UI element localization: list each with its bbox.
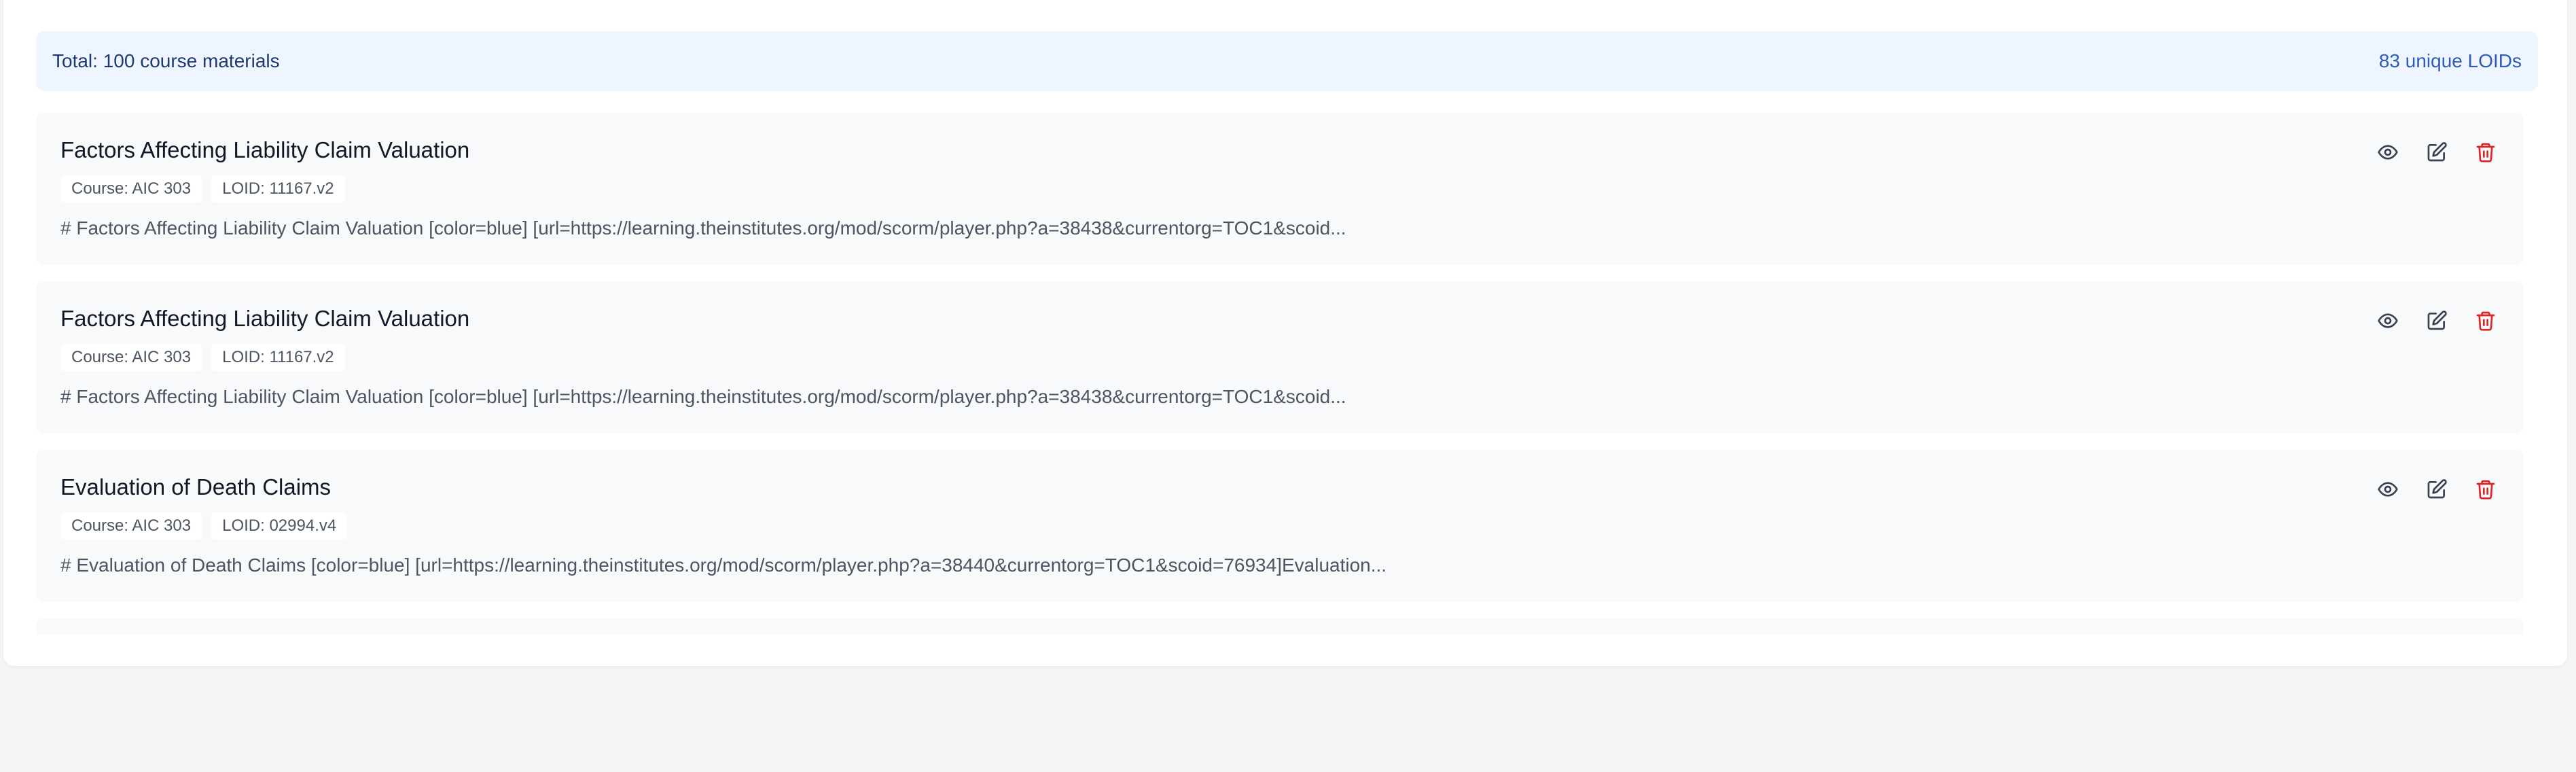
material-title: Factors Affecting Liability Claim Valuat… [60,137,470,162]
summary-bar: Total: 100 course materials 83 unique LO… [36,31,2538,91]
trash-icon[interactable] [2475,141,2497,163]
trash-icon[interactable] [2475,310,2497,332]
material-title: Evaluation of Death Claims [60,474,332,499]
material-actions [2377,141,2497,163]
eye-icon[interactable] [2377,141,2399,163]
eye-icon[interactable] [2377,478,2399,500]
material-description: # Factors Affecting Liability Claim Valu… [60,217,1346,239]
edit-icon[interactable] [2426,478,2448,500]
total-count: Total: 100 course materials [52,50,280,71]
material-title: Factors Affecting Liability Claim Valuat… [60,306,470,331]
edit-icon[interactable] [2426,310,2448,332]
loid-tag: LOID: 11167.v2 [211,344,345,371]
material-description: # Evaluation of Death Claims [color=blue… [60,555,1387,576]
material-card: Evaluation of Death Claims Course: AIC 3… [36,450,2524,602]
course-tag: Course: AIC 303 [60,344,202,371]
material-tags: Course: AIC 303 LOID: 11167.v2 [60,344,345,371]
materials-panel: Total: 100 course materials 83 unique LO… [3,0,2567,666]
material-card: Factors Affecting Liability Claim Valuat… [36,113,2524,265]
material-actions [2377,310,2497,332]
eye-icon[interactable] [2377,310,2399,332]
material-description: # Factors Affecting Liability Claim Valu… [60,386,1346,407]
material-card-partial [36,618,2524,635]
loid-tag: LOID: 11167.v2 [211,175,345,203]
edit-icon[interactable] [2426,141,2448,163]
material-tags: Course: AIC 303 LOID: 11167.v2 [60,175,345,203]
material-actions [2377,478,2497,500]
loid-tag: LOID: 02994.v4 [211,512,348,540]
course-tag: Course: AIC 303 [60,512,202,540]
materials-list[interactable]: Factors Affecting Liability Claim Valuat… [36,113,2529,635]
material-card: Factors Affecting Liability Claim Valuat… [36,281,2524,434]
unique-loid-count: 83 unique LOIDs [2378,50,2522,71]
trash-icon[interactable] [2475,478,2497,500]
material-tags: Course: AIC 303 LOID: 02994.v4 [60,512,348,540]
course-tag: Course: AIC 303 [60,175,202,203]
